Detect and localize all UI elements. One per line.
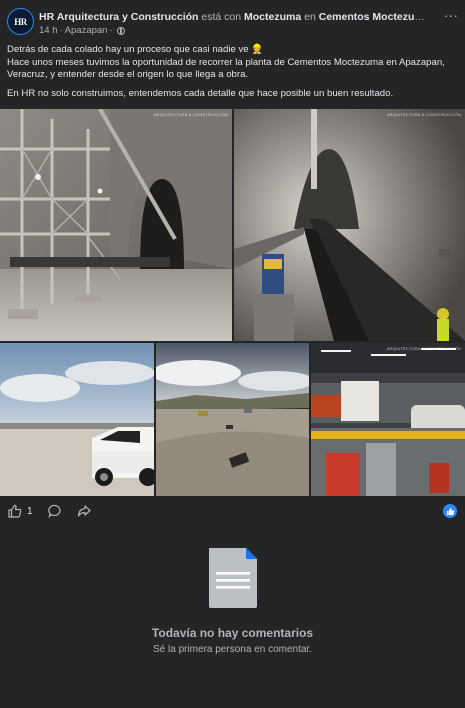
post-place[interactable]: Apazapan [65, 25, 108, 36]
tagged-link[interactable]: Moctezuma [244, 11, 301, 23]
document-icon [209, 548, 257, 608]
photo-tunnel-structure[interactable]: ARQUITECTURA & CONSTRUCCIÓN [0, 109, 232, 341]
empty-comments-title: Todavía no hay comentarios [151, 626, 314, 640]
like-count: 1 [27, 505, 33, 517]
paragraph-1-rest: Hace unos meses tuvimos la oportunidad d… [7, 56, 445, 81]
meta-dot: · [109, 25, 113, 36]
share-button[interactable] [77, 502, 91, 520]
photo-conveyor-tunnel[interactable]: ARQUITECTURA & CONSTRUCCIÓN [234, 109, 465, 341]
quarry-image [156, 343, 309, 496]
plant-machinery-image [311, 343, 465, 496]
more-options-button[interactable]: ··· [442, 8, 460, 24]
pickup-truck-image [0, 343, 154, 496]
page-avatar[interactable]: HR [7, 8, 34, 35]
share-icon [77, 505, 91, 517]
with-text: está con [201, 11, 242, 23]
paragraph-2: En HR no solo construimos, entendemos ca… [7, 87, 394, 99]
paragraph-1: Detrás de cada colado hay un proceso que… [7, 44, 457, 82]
avatar-initials: HR [14, 16, 27, 27]
thumbs-up-icon [8, 504, 22, 518]
post-body: Detrás de cada colado hay un proceso que… [7, 44, 457, 106]
post-time[interactable]: 14 h [39, 25, 58, 36]
photo-pickup-truck[interactable] [0, 343, 154, 496]
like-button[interactable]: 1 [8, 502, 33, 520]
post-meta: 14 h · Apazapan · [39, 25, 125, 36]
in-text: en [304, 11, 316, 23]
empty-comments-illustration [0, 540, 465, 615]
watermark: ARQUITECTURA & CONSTRUCCIÓN [386, 346, 461, 351]
action-bar: 1 [0, 500, 465, 522]
post-title-line: HR Arquitectura y Construcción está con … [39, 11, 434, 23]
meta-separator: · [59, 25, 63, 36]
reaction-thumb-icon [446, 507, 454, 515]
photo-plant-machinery[interactable]: ARQUITECTURA & CONSTRUCCIÓN [311, 343, 465, 496]
conveyor-tunnel-image [234, 109, 465, 341]
globe-icon [116, 26, 125, 35]
watermark: ARQUITECTURA & CONSTRUCCIÓN [386, 112, 461, 117]
watermark: ARQUITECTURA & CONSTRUCCIÓN [153, 112, 228, 117]
paragraph-1-line-1: Detrás de cada colado hay un proceso que… [7, 44, 264, 55]
location-link[interactable]: Cementos Moctezuma, Plant... [319, 11, 434, 23]
photo-quarry[interactable] [156, 343, 309, 496]
post-header: HR HR Arquitectura y Construcción está c… [0, 0, 465, 40]
like-reaction-icon[interactable] [443, 504, 457, 518]
comment-button[interactable] [48, 502, 62, 520]
empty-comments-subtitle: Sé la primera persona en comentar. [153, 644, 312, 655]
comment-icon [48, 504, 61, 518]
tunnel-structure-image [0, 109, 232, 341]
author-link[interactable]: HR Arquitectura y Construcción [39, 11, 198, 23]
